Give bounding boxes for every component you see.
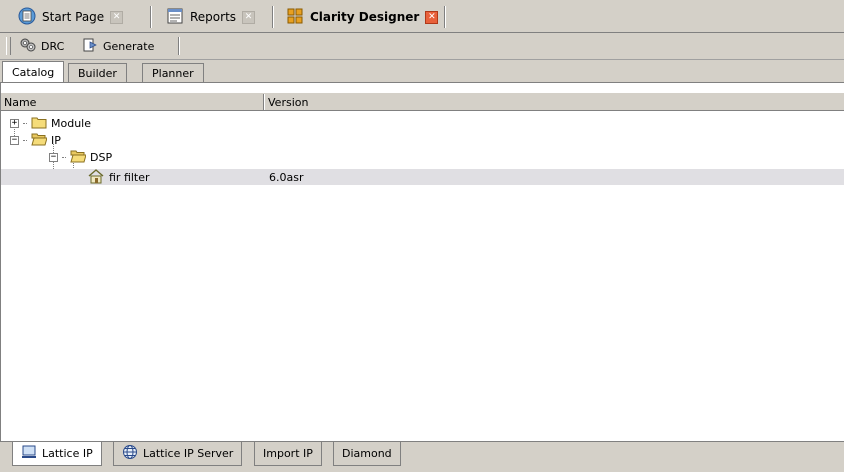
column-header-version-label: Version <box>268 95 309 109</box>
tab-lattice-ip-server-label: Lattice IP Server <box>143 447 234 460</box>
tab-catalog-label: Catalog <box>12 66 55 79</box>
ip-house-icon <box>87 168 105 187</box>
drc-label: DRC <box>41 39 65 53</box>
tab-diamond[interactable]: Diamond <box>333 442 401 466</box>
tab-import-ip[interactable]: Import IP <box>254 442 322 466</box>
tab-import-ip-label: Import IP <box>263 447 313 460</box>
tab-clarity-designer-label: Clarity Designer <box>310 10 420 24</box>
tree-row-dsp[interactable]: − DSP <box>1 149 844 165</box>
tab-builder[interactable]: Builder <box>68 63 127 82</box>
close-icon[interactable]: ✕ <box>110 10 124 24</box>
tab-lattice-ip-label: Lattice IP <box>42 447 93 460</box>
toolbar: DRC Generate <box>0 33 844 60</box>
table-header: Name Version <box>1 92 844 111</box>
tree-row-name: IP <box>51 133 61 147</box>
close-icon[interactable]: ✕ <box>425 10 439 24</box>
bottom-tab-bar: Lattice IP Lattice IP Server Import IP D… <box>0 442 844 472</box>
tab-reports-label: Reports <box>190 10 237 24</box>
column-resize-handle[interactable] <box>263 94 264 110</box>
tree-row-ip[interactable]: − IP <box>1 132 844 148</box>
globe-icon <box>122 444 138 463</box>
folder-open-icon <box>31 132 48 149</box>
tab-planner-label: Planner <box>152 66 194 80</box>
tree-row-fir-filter[interactable]: fir filter 6.0asr <box>1 168 844 187</box>
tab-lattice-ip[interactable]: Lattice IP <box>12 442 102 466</box>
tree-row-name: DSP <box>90 150 113 164</box>
generate-button[interactable]: Generate <box>78 36 157 56</box>
collapse-icon[interactable]: − <box>10 135 19 145</box>
tab-reports[interactable]: Reports ✕ <box>160 4 261 30</box>
ip-catalog-table: Name Version + Module − IP − DSP fir fil… <box>0 82 844 442</box>
folder-open-icon <box>70 149 87 166</box>
tab-lattice-ip-server[interactable]: Lattice IP Server <box>113 442 243 466</box>
tab-planner[interactable]: Planner <box>142 63 204 82</box>
expand-icon[interactable]: + <box>10 118 19 128</box>
start-page-icon <box>18 7 36 28</box>
tab-clarity-designer[interactable]: Clarity Designer ✕ <box>280 4 444 30</box>
collapse-icon[interactable]: − <box>49 152 58 162</box>
drc-button[interactable]: DRC <box>16 36 67 56</box>
clarity-designer-icon <box>286 7 304 28</box>
tree-row-name: fir filter <box>109 170 150 184</box>
close-icon[interactable]: ✕ <box>242 10 256 24</box>
column-header-version[interactable]: Version <box>265 93 825 111</box>
monitor-icon <box>21 445 37 462</box>
folder-closed-icon <box>31 115 47 132</box>
column-header-name[interactable]: Name <box>1 93 263 111</box>
tab-start-page-label: Start Page <box>42 10 105 24</box>
tree-row-name: Module <box>51 116 91 130</box>
view-tab-bar: Catalog Builder Planner <box>0 60 844 83</box>
tab-start-page[interactable]: Start Page ✕ <box>12 4 129 30</box>
tab-diamond-label: Diamond <box>342 447 392 460</box>
toolbar-grip[interactable] <box>6 37 11 55</box>
tab-builder-label: Builder <box>78 66 117 80</box>
reports-icon <box>166 7 184 28</box>
generate-label: Generate <box>103 39 155 53</box>
generate-icon <box>81 37 99 56</box>
column-header-name-label: Name <box>4 95 37 109</box>
document-tab-bar: Start Page ✕ Reports ✕ Clarity Designer … <box>0 0 844 33</box>
tree-row-module[interactable]: + Module <box>1 115 844 131</box>
gears-icon <box>19 37 37 56</box>
tab-catalog[interactable]: Catalog <box>2 61 65 83</box>
tree-row-version: 6.0asr <box>269 170 304 184</box>
